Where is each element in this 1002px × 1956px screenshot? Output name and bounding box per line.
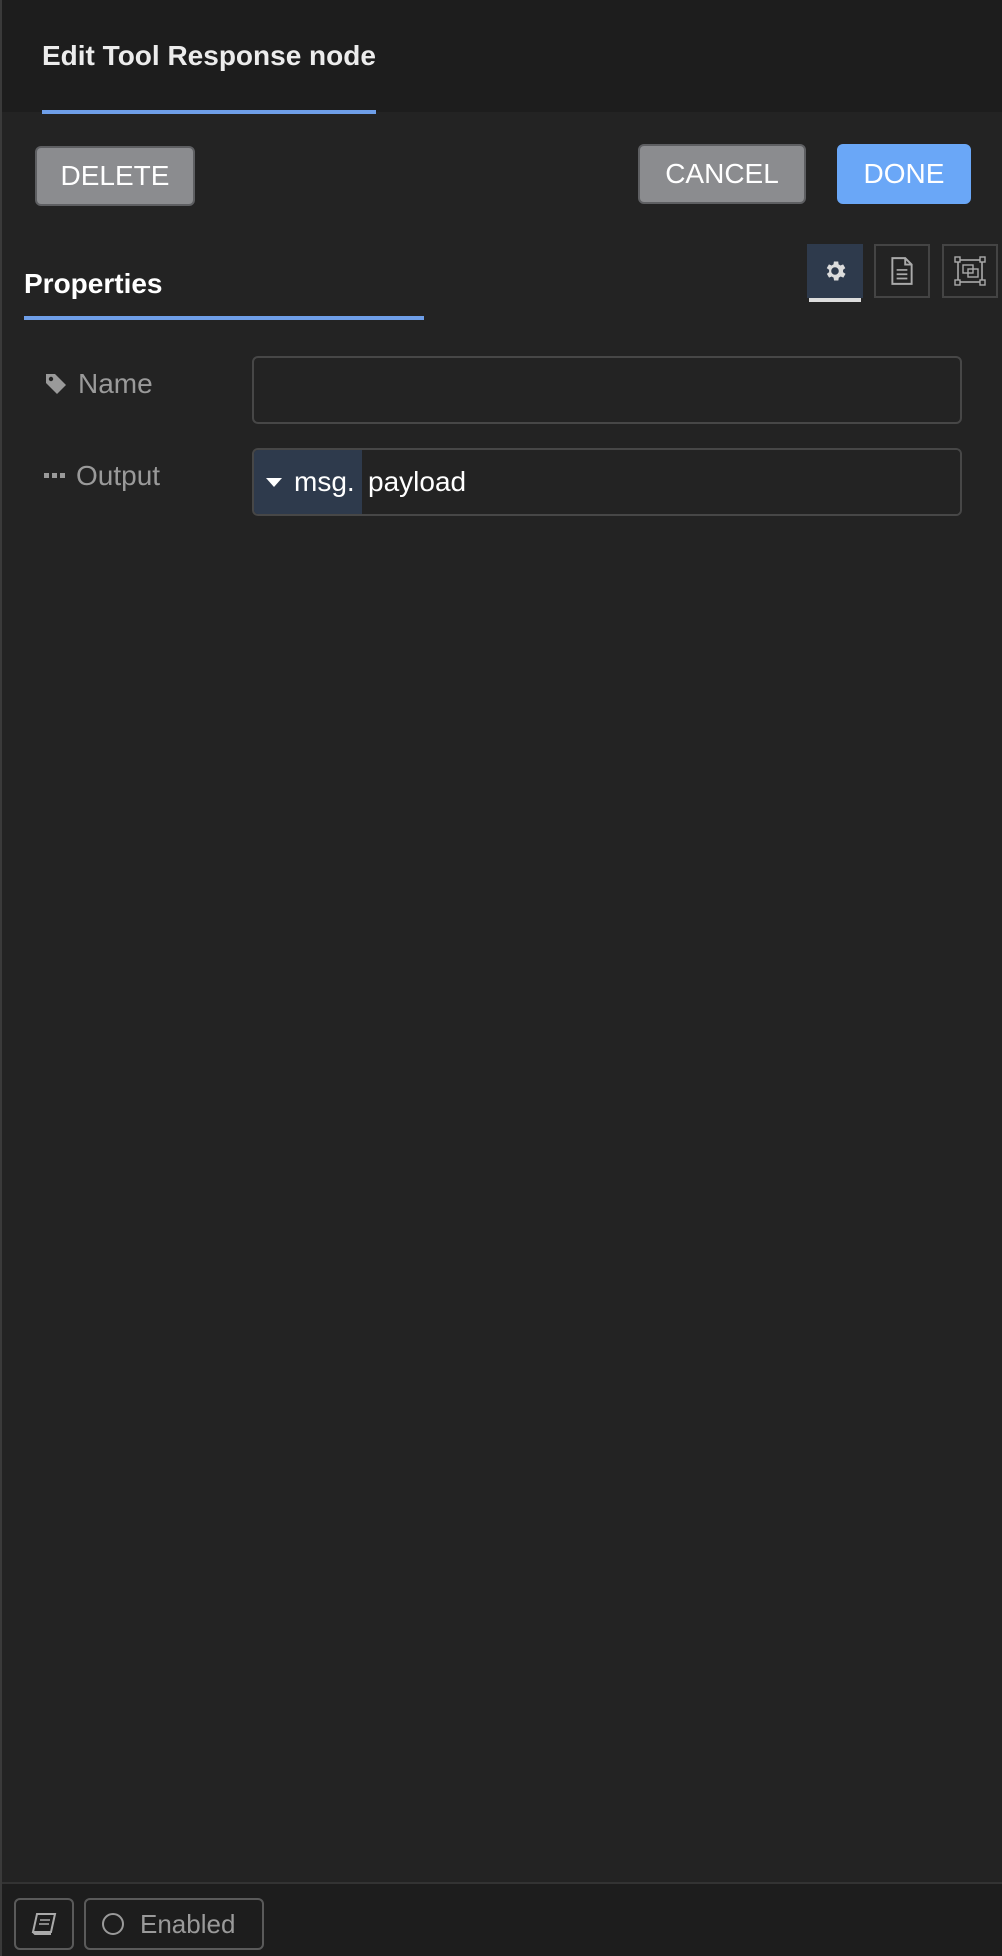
help-button[interactable] <box>14 1898 74 1950</box>
output-label-text: Output <box>76 460 161 491</box>
output-label: Output <box>44 460 160 492</box>
enabled-toggle[interactable]: Enabled <box>84 1898 264 1950</box>
circle-icon <box>102 1913 124 1935</box>
caret-down-icon <box>266 477 282 487</box>
tab-settings[interactable] <box>807 244 863 302</box>
properties-tab-underline <box>24 316 424 320</box>
output-type-label: msg. <box>294 466 355 497</box>
appearance-icon <box>954 256 986 286</box>
output-typed-input: msg. <box>252 448 962 516</box>
tab-properties[interactable]: Properties <box>24 268 163 300</box>
cancel-button[interactable]: CANCEL <box>638 144 806 204</box>
edit-tray: Edit Tool Response node DELETE CANCEL DO… <box>0 0 1002 1956</box>
done-button[interactable]: DONE <box>837 144 971 204</box>
tray-header: Edit Tool Response node <box>2 0 1002 114</box>
output-value-input[interactable] <box>362 450 960 514</box>
output-type-select[interactable]: msg. <box>254 450 362 514</box>
delete-button[interactable]: DELETE <box>35 146 195 206</box>
ellipsis-icon <box>44 473 65 478</box>
document-icon <box>891 257 913 285</box>
tab-description[interactable] <box>874 244 930 298</box>
gear-icon <box>826 261 846 281</box>
tray-footer: Enabled <box>2 1882 1002 1956</box>
enabled-label: Enabled <box>140 1908 236 1939</box>
tray-title: Edit Tool Response node <box>42 40 376 71</box>
name-input[interactable] <box>252 356 962 424</box>
name-label: Name <box>44 368 153 400</box>
name-label-text: Name <box>78 368 153 399</box>
title-underline <box>42 110 376 114</box>
book-icon <box>31 1913 57 1935</box>
tab-appearance[interactable] <box>942 244 998 298</box>
tag-icon <box>46 374 66 394</box>
